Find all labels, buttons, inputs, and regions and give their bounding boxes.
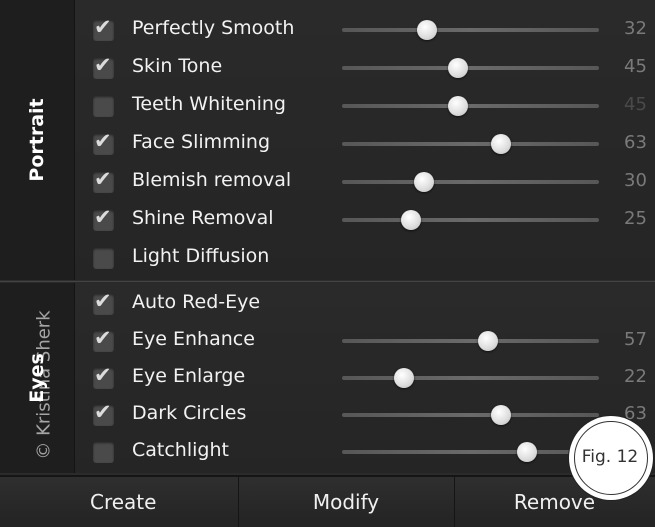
checkmark-icon: ✔: [94, 129, 112, 153]
adjustment-value: 45: [624, 94, 647, 115]
enable-checkbox[interactable]: [93, 96, 114, 117]
adjustment-label: Blemish removal: [132, 169, 292, 191]
adjustment-row: Light Diffusion: [0, 240, 655, 277]
adjustment-label: Perfectly Smooth: [132, 17, 295, 39]
modify-button-label: Modify: [312, 490, 380, 514]
adjustment-label: Dark Circles: [132, 402, 247, 424]
adjustment-slider[interactable]: [342, 172, 599, 192]
enable-checkbox[interactable]: ✔: [93, 167, 114, 193]
checkmark-icon: ✔: [94, 15, 112, 39]
adjustment-slider[interactable]: [342, 58, 599, 78]
adjustment-label: Face Slimming: [132, 131, 271, 153]
slider-handle[interactable]: [393, 368, 414, 388]
adjustment-value: 63: [624, 132, 647, 153]
checkmark-icon: ✔: [94, 400, 112, 424]
portrait-panel: Portrait ✔ Perfectly Smooth 32 ✔ Skin Tone 45…: [0, 0, 655, 280]
enable-checkbox[interactable]: [93, 248, 114, 269]
adjustment-label: Teeth Whitening: [132, 93, 286, 115]
enable-checkbox[interactable]: ✔: [93, 363, 114, 389]
adjustment-value: 30: [624, 170, 647, 191]
checkmark-icon: ✔: [94, 167, 112, 191]
slider-handle[interactable]: [416, 20, 437, 40]
enable-checkbox[interactable]: ✔: [93, 400, 114, 426]
adjustment-row: ✔ Eye Enhance 57: [0, 323, 655, 360]
adjustment-label: Skin Tone: [132, 55, 223, 77]
adjustment-slider[interactable]: [342, 210, 599, 230]
enable-checkbox[interactable]: ✔: [93, 289, 114, 315]
figure-label: Fig. 12: [581, 447, 639, 467]
adjustment-slider[interactable]: [342, 134, 599, 154]
adjustment-label: Auto Red-Eye: [132, 291, 261, 313]
adjustment-label: Eye Enlarge: [132, 365, 246, 387]
adjustment-row: Teeth Whitening 45: [0, 88, 655, 125]
checkmark-icon: ✔: [94, 205, 112, 229]
adjustment-label: Light Diffusion: [132, 245, 270, 267]
bottom-toolbar: Create Modify Remove: [0, 475, 655, 527]
adjustment-slider[interactable]: [342, 405, 599, 425]
checkmark-icon: ✔: [94, 289, 112, 313]
enable-checkbox[interactable]: ✔: [93, 53, 114, 79]
create-button[interactable]: Create: [0, 477, 239, 527]
slider-handle[interactable]: [447, 58, 468, 78]
slider-handle[interactable]: [478, 331, 499, 351]
adjustment-slider[interactable]: [342, 96, 599, 116]
enable-checkbox[interactable]: ✔: [93, 205, 114, 231]
slider-handle[interactable]: [447, 96, 468, 116]
adjustment-slider[interactable]: [342, 20, 599, 40]
adjustment-value: 25: [624, 208, 647, 229]
adjustment-label: Catchlight: [132, 439, 229, 461]
adjustment-value: 57: [624, 329, 647, 350]
enable-checkbox[interactable]: ✔: [93, 129, 114, 155]
checkmark-icon: ✔: [94, 363, 112, 387]
adjustment-row: Catchlight: [0, 434, 655, 471]
adjustment-value: 45: [624, 56, 647, 77]
slider-handle[interactable]: [401, 210, 422, 230]
checkmark-icon: ✔: [94, 326, 112, 350]
adjustment-label: Eye Enhance: [132, 328, 255, 350]
adjustment-slider[interactable]: [342, 331, 599, 351]
checkmark-icon: ✔: [94, 53, 112, 77]
create-button-label: Create: [90, 490, 157, 514]
eyes-panel: Eyes ✔ Auto Red-Eye ✔ Eye Enhance 57 ✔ Eye Enl…: [0, 283, 655, 473]
adjustment-row: ✔ Eye Enlarge 22: [0, 360, 655, 397]
adjustment-slider[interactable]: [342, 368, 599, 388]
figure-badge: Fig. 12: [571, 418, 651, 498]
adjustment-row: ✔ Face Slimming 63: [0, 126, 655, 163]
slider-handle[interactable]: [491, 405, 512, 425]
adjustment-row: ✔ Perfectly Smooth 32: [0, 12, 655, 49]
enable-checkbox[interactable]: ✔: [93, 15, 114, 41]
adjustment-row: ✔ Dark Circles 63: [0, 397, 655, 434]
adjustment-row: ✔ Auto Red-Eye: [0, 286, 655, 323]
slider-handle[interactable]: [491, 134, 512, 154]
slider-handle[interactable]: [414, 172, 435, 192]
modify-button[interactable]: Modify: [238, 477, 455, 527]
adjustment-row: ✔ Skin Tone 45: [0, 50, 655, 87]
adjustment-slider[interactable]: [342, 442, 599, 462]
adjustment-row: ✔ Shine Removal 25: [0, 202, 655, 239]
adjustment-value: 22: [624, 366, 647, 387]
enable-checkbox[interactable]: [93, 442, 114, 463]
enable-checkbox[interactable]: ✔: [93, 326, 114, 352]
adjustment-row: ✔ Blemish removal 30: [0, 164, 655, 201]
adjustment-value: 32: [624, 18, 647, 39]
slider-handle[interactable]: [517, 442, 538, 462]
copyright-watermark: © Kristina Sherk: [33, 310, 55, 460]
adjustment-label: Shine Removal: [132, 207, 274, 229]
